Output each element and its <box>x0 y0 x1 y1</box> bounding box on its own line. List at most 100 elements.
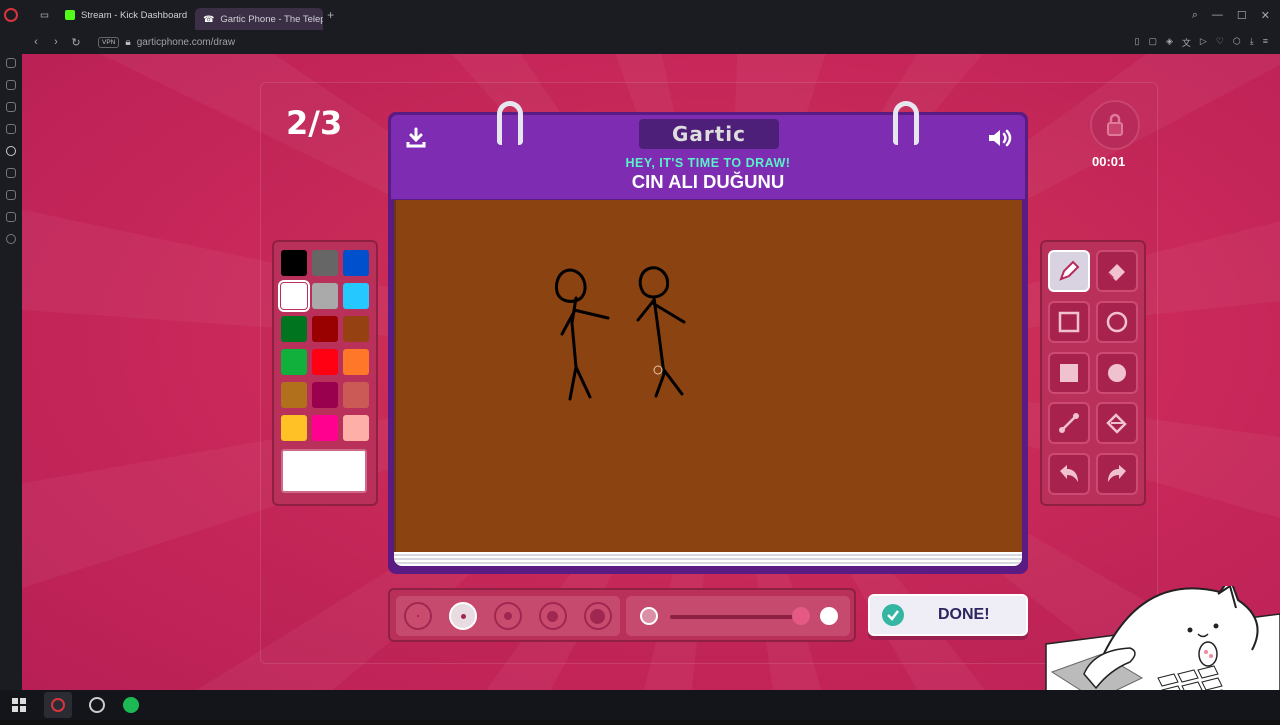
brush-size-option[interactable] <box>538 602 567 630</box>
rectangle-fill-tool-button[interactable] <box>1048 351 1090 394</box>
color-swatch[interactable] <box>281 349 307 375</box>
done-button[interactable]: DONE! <box>868 594 1028 636</box>
tab-kick-dashboard[interactable]: Stream - Kick Dashboard <box>57 4 195 26</box>
menu-icon[interactable]: ≡ <box>1263 36 1268 49</box>
opera-logo-icon[interactable] <box>4 8 18 22</box>
brush-settings-bar <box>388 588 856 642</box>
color-swatch[interactable] <box>312 316 338 342</box>
sidebar-icon[interactable] <box>6 124 16 134</box>
url-field[interactable]: garticphone.com/draw <box>137 37 235 48</box>
current-color-preview <box>281 449 367 493</box>
eraser-tool-button[interactable] <box>1096 250 1138 292</box>
sidebar-icon[interactable] <box>6 190 16 200</box>
download-icon <box>406 127 426 148</box>
play-icon[interactable]: ▷ <box>1200 36 1207 49</box>
sidebar-icon[interactable] <box>6 58 16 68</box>
windows-start-icon[interactable] <box>10 696 28 714</box>
back-button[interactable]: ‹ <box>26 36 46 48</box>
color-swatch[interactable] <box>281 250 307 276</box>
opacity-track[interactable] <box>670 615 800 619</box>
download-drawing-button[interactable] <box>403 125 429 151</box>
sidebar-icon[interactable] <box>6 102 16 112</box>
drawing-canvas[interactable] <box>394 200 1022 552</box>
color-swatch[interactable] <box>312 250 338 276</box>
settings-icon[interactable] <box>6 234 16 244</box>
binder-ring-icon <box>893 101 919 145</box>
line-tool-button[interactable] <box>1048 402 1090 445</box>
fill-tool-button[interactable] <box>1096 402 1138 445</box>
tab-label: Gartic Phone - The Telepho <box>220 13 324 25</box>
color-swatch[interactable] <box>281 382 307 408</box>
opacity-slider[interactable] <box>626 596 850 636</box>
opacity-max-icon <box>820 607 838 625</box>
sidebar-icon[interactable] <box>6 80 16 90</box>
opacity-min-icon <box>640 607 658 625</box>
opacity-handle[interactable] <box>792 607 810 625</box>
draw-hint: HEY, IT'S TIME TO DRAW! <box>625 156 791 170</box>
color-swatch[interactable] <box>281 316 307 342</box>
draw-prompt: CIN ALI DUĞUNU <box>631 171 785 192</box>
rectangle-outline-tool-button[interactable] <box>1048 300 1090 343</box>
round-counter: 2/3 <box>286 104 343 142</box>
kick-favicon-icon <box>64 10 75 20</box>
pen-tool-button[interactable] <box>1048 250 1090 292</box>
color-swatch[interactable] <box>312 382 338 408</box>
new-tab-button[interactable]: + <box>323 8 338 22</box>
color-swatch[interactable] <box>312 415 338 441</box>
color-swatch[interactable] <box>343 415 369 441</box>
drawing-notebook: Gartic HEY, IT'S TIME TO DRAW! CIN ALI D… <box>388 101 1028 574</box>
eraser-icon <box>1107 264 1125 281</box>
minimize-button[interactable]: — <box>1212 9 1223 22</box>
heart-icon[interactable]: ♡ <box>1216 36 1224 49</box>
undo-button[interactable] <box>1048 453 1090 496</box>
adblock-icon[interactable]: ◈ <box>1166 36 1173 49</box>
color-swatch[interactable] <box>343 349 369 375</box>
sidebar-icon[interactable] <box>6 168 16 178</box>
color-swatch[interactable] <box>343 250 369 276</box>
maximize-button[interactable]: ☐ <box>1237 9 1247 22</box>
color-swatch[interactable] <box>281 415 307 441</box>
brush-size-option[interactable] <box>449 602 478 630</box>
volume-button[interactable] <box>987 125 1013 151</box>
brush-size-option[interactable] <box>583 602 612 630</box>
bookmark-icon[interactable]: ▯ <box>1134 36 1139 49</box>
circle-outline-tool-button[interactable] <box>1096 300 1138 343</box>
close-window-button[interactable]: ✕ <box>1261 9 1270 22</box>
circle-fill-tool-button[interactable] <box>1096 351 1138 394</box>
brush-size-option[interactable] <box>493 602 522 630</box>
obs-taskbar-icon[interactable] <box>88 696 106 714</box>
color-swatch[interactable] <box>343 316 369 342</box>
paper-stack-edge <box>394 552 1022 566</box>
snapshot-icon[interactable]: ▢ <box>1148 36 1157 49</box>
checkmark-icon <box>882 604 904 626</box>
brush-size-option[interactable] <box>404 602 433 630</box>
color-swatch[interactable] <box>312 283 338 309</box>
sidebar-icon[interactable] <box>6 146 16 156</box>
opera-taskbar-icon[interactable] <box>44 692 72 718</box>
pen-icon <box>1059 260 1080 281</box>
tab-gartic-phone[interactable]: ☎ Gartic Phone - The Telepho <box>195 8 324 30</box>
color-swatch[interactable] <box>278 280 310 312</box>
phone-favicon-icon: ☎ <box>203 13 215 24</box>
sidebar-icon[interactable] <box>6 212 16 222</box>
spotify-taskbar-icon[interactable] <box>122 696 140 714</box>
address-bar: ‹ › ↻ VPN 🔒︎ garticphone.com/draw ▯ ▢ ◈ … <box>0 30 1280 54</box>
color-swatch[interactable] <box>343 283 369 309</box>
color-palette <box>272 240 378 506</box>
color-swatch[interactable] <box>312 349 338 375</box>
lock-icon <box>1107 113 1123 136</box>
rectangle-outline-icon <box>1058 311 1080 333</box>
notebook-header: Gartic HEY, IT'S TIME TO DRAW! CIN ALI D… <box>391 101 1025 199</box>
forward-button[interactable]: › <box>46 36 66 48</box>
rectangle-fill-icon <box>1060 363 1078 382</box>
color-swatch[interactable] <box>343 382 369 408</box>
translate-icon[interactable]: 文 <box>1182 36 1191 49</box>
extensions-icon[interactable]: ⬡ <box>1233 36 1241 49</box>
workspaces-icon[interactable]: ▭ <box>32 4 57 26</box>
vpn-badge[interactable]: VPN <box>98 36 120 48</box>
search-tabs-icon[interactable]: ⌕ <box>1192 9 1198 22</box>
reload-button[interactable]: ↻ <box>66 36 86 49</box>
redo-button[interactable] <box>1096 453 1138 496</box>
download-icon[interactable]: ⤓ <box>1250 36 1254 49</box>
browser-sidebar <box>0 54 22 690</box>
